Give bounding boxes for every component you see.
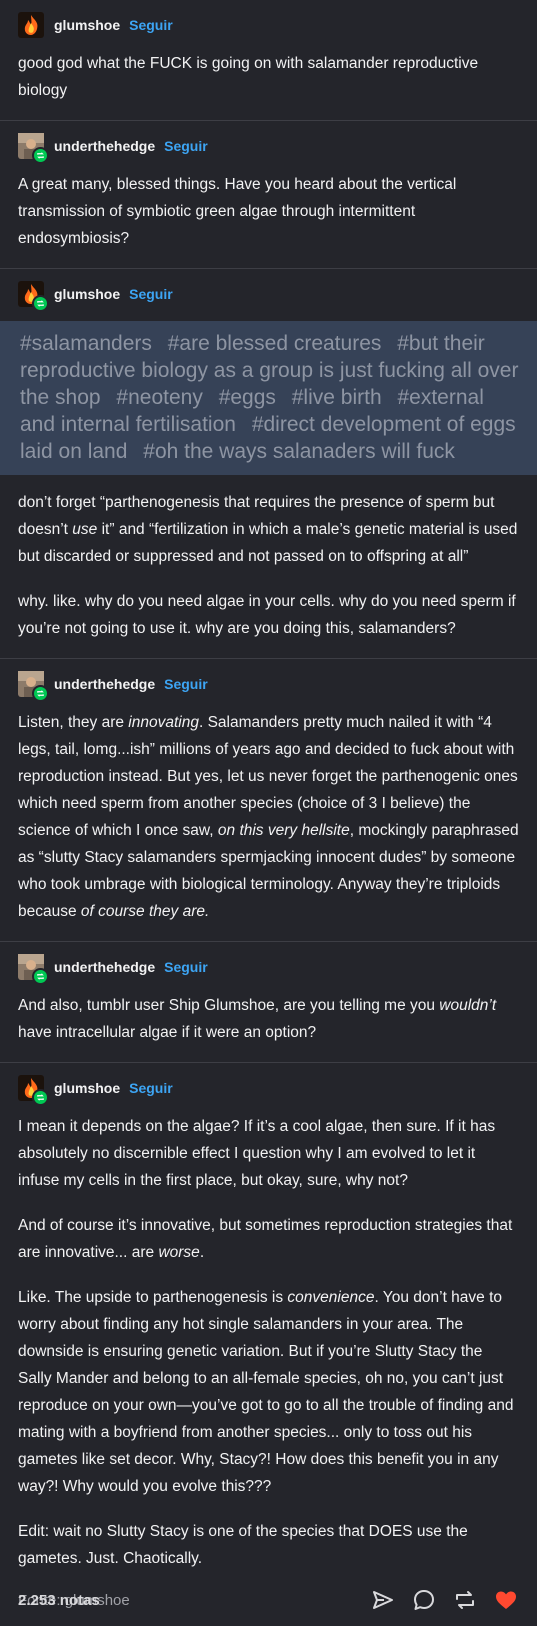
tag-link[interactable]: #oh the ways salanaders will fuck — [143, 440, 455, 463]
post-footer: 2.253 notas — [0, 1574, 537, 1626]
like-heart-icon[interactable] — [493, 1587, 519, 1613]
reblog-entry: underthehedge Seguir Listen, they are in… — [0, 659, 537, 942]
tag-link[interactable]: #eggs — [219, 386, 276, 409]
emphasis-text: worse — [158, 1244, 200, 1261]
post-paragraph: I mean it depends on the algae? If it’s … — [18, 1118, 496, 1189]
follow-button[interactable]: Seguir — [164, 138, 208, 154]
emphasis-text: of course they are. — [80, 903, 210, 920]
follow-button[interactable]: Seguir — [164, 676, 208, 692]
post-body: I mean it depends on the algae? If it’s … — [18, 1113, 519, 1572]
reblog-entry: glumshoe Seguir #salamanders #are blesse… — [0, 269, 537, 659]
tag-link[interactable]: #live birth — [292, 386, 382, 409]
fire-avatar-icon[interactable] — [18, 12, 44, 38]
reblog-badge-icon — [32, 1089, 49, 1106]
reblog-entry: underthehedge Seguir And also, tumblr us… — [0, 942, 537, 1063]
emphasis-text: use — [72, 521, 98, 538]
emphasis-text: on this very hellsite — [217, 822, 350, 839]
tags-block: #salamanders #are blessed creatures #but… — [0, 321, 537, 475]
username[interactable]: underthehedge — [54, 138, 155, 154]
tag-link[interactable]: #are blessed creatures — [168, 332, 382, 355]
reblog-icon[interactable] — [452, 1587, 478, 1613]
username[interactable]: glumshoe — [54, 17, 120, 33]
post-paragraph: don’t forget “parthenogenesis that requi… — [18, 489, 519, 570]
fire-avatar-icon[interactable] — [18, 1075, 49, 1106]
text-run: Listen, they are — [18, 714, 129, 731]
follow-button[interactable]: Seguir — [164, 959, 208, 975]
post-body: don’t forget “parthenogenesis that requi… — [18, 489, 519, 642]
reblog-entry: underthehedge Seguir A great many, bless… — [0, 121, 537, 269]
emphasis-text: wouldn’t — [439, 997, 497, 1014]
reply-icon[interactable] — [411, 1587, 437, 1613]
tag-link[interactable]: #salamanders — [20, 332, 152, 355]
post-header: glumshoe Seguir — [0, 1063, 537, 1106]
post-paragraph: Like. The upside to parthenogenesis is c… — [18, 1284, 519, 1500]
reblog-badge-icon — [32, 685, 49, 702]
post-paragraph: why. like. why do you need algae in your… — [18, 593, 516, 637]
post-header: glumshoe Seguir — [0, 0, 537, 38]
text-run: . — [199, 1244, 205, 1261]
username[interactable]: glumshoe — [54, 1080, 120, 1096]
notes-count[interactable]: 2.253 notas — [18, 1592, 370, 1609]
text-run: Like. The upside to parthenogenesis is — [18, 1289, 288, 1306]
fire-avatar-icon[interactable] — [18, 281, 49, 312]
post-actions — [370, 1587, 519, 1613]
post-body: A great many, blessed things. Have you h… — [18, 171, 519, 252]
username[interactable]: glumshoe — [54, 286, 120, 302]
photo-avatar-icon[interactable] — [18, 133, 49, 164]
text-run: . You don’t have to worry about finding … — [18, 1289, 514, 1495]
post-header: underthehedge Seguir — [0, 942, 537, 985]
tumblr-post-thread: glumshoe Seguir good god what the FUCK i… — [0, 0, 537, 1626]
post-body: Listen, they are innovating. Salamanders… — [18, 709, 519, 925]
post-body: And also, tumblr user Ship Glumshoe, are… — [18, 992, 519, 1046]
post-paragraph: Edit: wait no Slutty Stacy is one of the… — [18, 1523, 468, 1567]
post-paragraph: And also, tumblr user Ship Glumshoe, are… — [18, 992, 519, 1046]
username[interactable]: underthehedge — [54, 676, 155, 692]
emphasis-text: innovating — [128, 714, 199, 731]
post-body: good god what the FUCK is going on with … — [18, 50, 519, 104]
post-paragraph: A great many, blessed things. Have you h… — [18, 176, 457, 247]
tag-link[interactable]: #neoteny — [116, 386, 202, 409]
username[interactable]: underthehedge — [54, 959, 155, 975]
follow-button[interactable]: Seguir — [129, 17, 173, 33]
text-run: have intracellular algae if it were an o… — [18, 1024, 317, 1041]
post-paragraph: Listen, they are innovating. Salamanders… — [18, 709, 519, 925]
text-run: And also, tumblr user Ship Glumshoe, are… — [18, 997, 440, 1014]
share-icon[interactable] — [370, 1587, 396, 1613]
post-header: glumshoe Seguir — [0, 269, 537, 312]
text-run: And of course it’s innovative, but somet… — [18, 1217, 513, 1261]
follow-button[interactable]: Seguir — [129, 286, 173, 302]
post-header: underthehedge Seguir — [0, 659, 537, 702]
emphasis-text: convenience — [287, 1289, 375, 1306]
photo-avatar-icon[interactable] — [18, 671, 49, 702]
follow-button[interactable]: Seguir — [129, 1080, 173, 1096]
post-paragraph: And of course it’s innovative, but somet… — [18, 1212, 519, 1266]
reblog-badge-icon — [32, 295, 49, 312]
reblog-entry: glumshoe Seguir good god what the FUCK i… — [0, 0, 537, 121]
photo-avatar-icon[interactable] — [18, 954, 49, 985]
reblog-badge-icon — [32, 968, 49, 985]
reblog-badge-icon — [32, 147, 49, 164]
post-paragraph: good god what the FUCK is going on with … — [18, 55, 479, 99]
reblog-entry: glumshoe Seguir I mean it depends on the… — [0, 1063, 537, 1625]
text-run: . Salamanders pretty much nailed it with… — [18, 714, 518, 839]
post-header: underthehedge Seguir — [0, 121, 537, 164]
